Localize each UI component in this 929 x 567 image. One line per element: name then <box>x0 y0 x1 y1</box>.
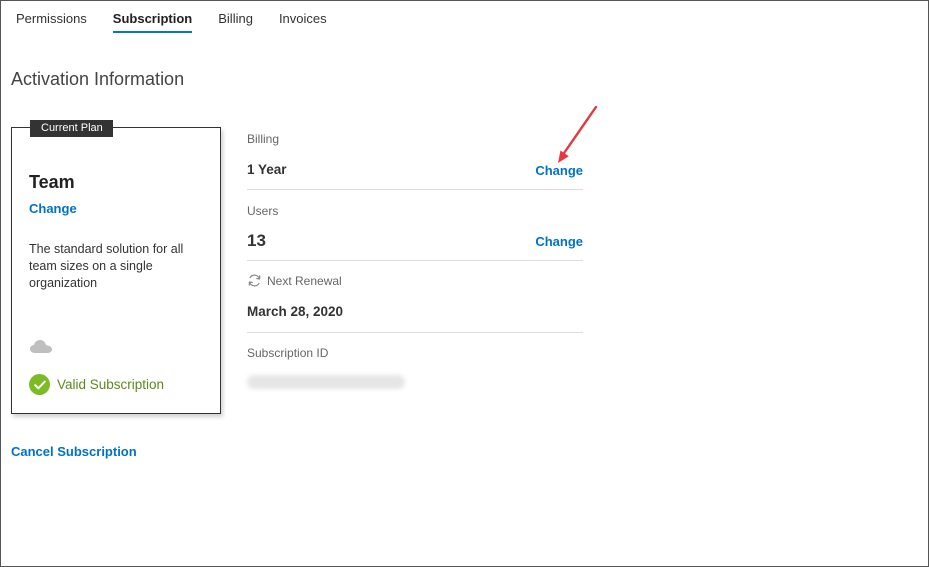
next-renewal-label: Next Renewal <box>267 273 342 288</box>
billing-label: Billing <box>247 132 280 146</box>
annotation-arrow-icon <box>558 105 598 163</box>
change-users-link[interactable]: Change <box>535 234 583 249</box>
users-value: 13 <box>247 231 266 250</box>
tab-billing[interactable]: Billing <box>218 11 253 33</box>
current-plan-badge: Current Plan <box>30 120 113 137</box>
tab-subscription[interactable]: Subscription <box>112 11 193 33</box>
current-plan-card: Current Plan Team Change The standard so… <box>11 120 221 414</box>
change-plan-link[interactable]: Change <box>29 201 77 216</box>
tab-invoices[interactable]: Invoices <box>279 11 327 33</box>
plan-description: The standard solution for all team sizes… <box>29 242 184 290</box>
divider <box>247 332 583 333</box>
divider <box>247 260 583 261</box>
plan-name: Team <box>29 172 75 192</box>
tab-bar: Permissions Subscription Billing Invoice… <box>16 11 353 33</box>
subscription-id-label: Subscription ID <box>247 346 329 360</box>
divider <box>247 189 583 190</box>
page-title: Activation Information <box>11 69 185 89</box>
valid-subscription-status: Valid Subscription <box>29 374 164 395</box>
cloud-icon <box>30 340 52 353</box>
subscription-id-value-blurred <box>247 375 405 389</box>
refresh-icon <box>248 274 261 287</box>
billing-value: 1 Year <box>247 162 287 177</box>
tab-permissions[interactable]: Permissions <box>16 11 87 33</box>
cancel-subscription-link[interactable]: Cancel Subscription <box>11 444 137 459</box>
next-renewal-value: March 28, 2020 <box>247 304 344 319</box>
next-renewal-label-row: Next Renewal <box>247 273 342 288</box>
check-circle-icon <box>29 374 50 395</box>
subscription-page: Permissions Subscription Billing Invoice… <box>0 0 929 567</box>
valid-subscription-label: Valid Subscription <box>57 377 165 392</box>
users-label: Users <box>247 204 279 218</box>
